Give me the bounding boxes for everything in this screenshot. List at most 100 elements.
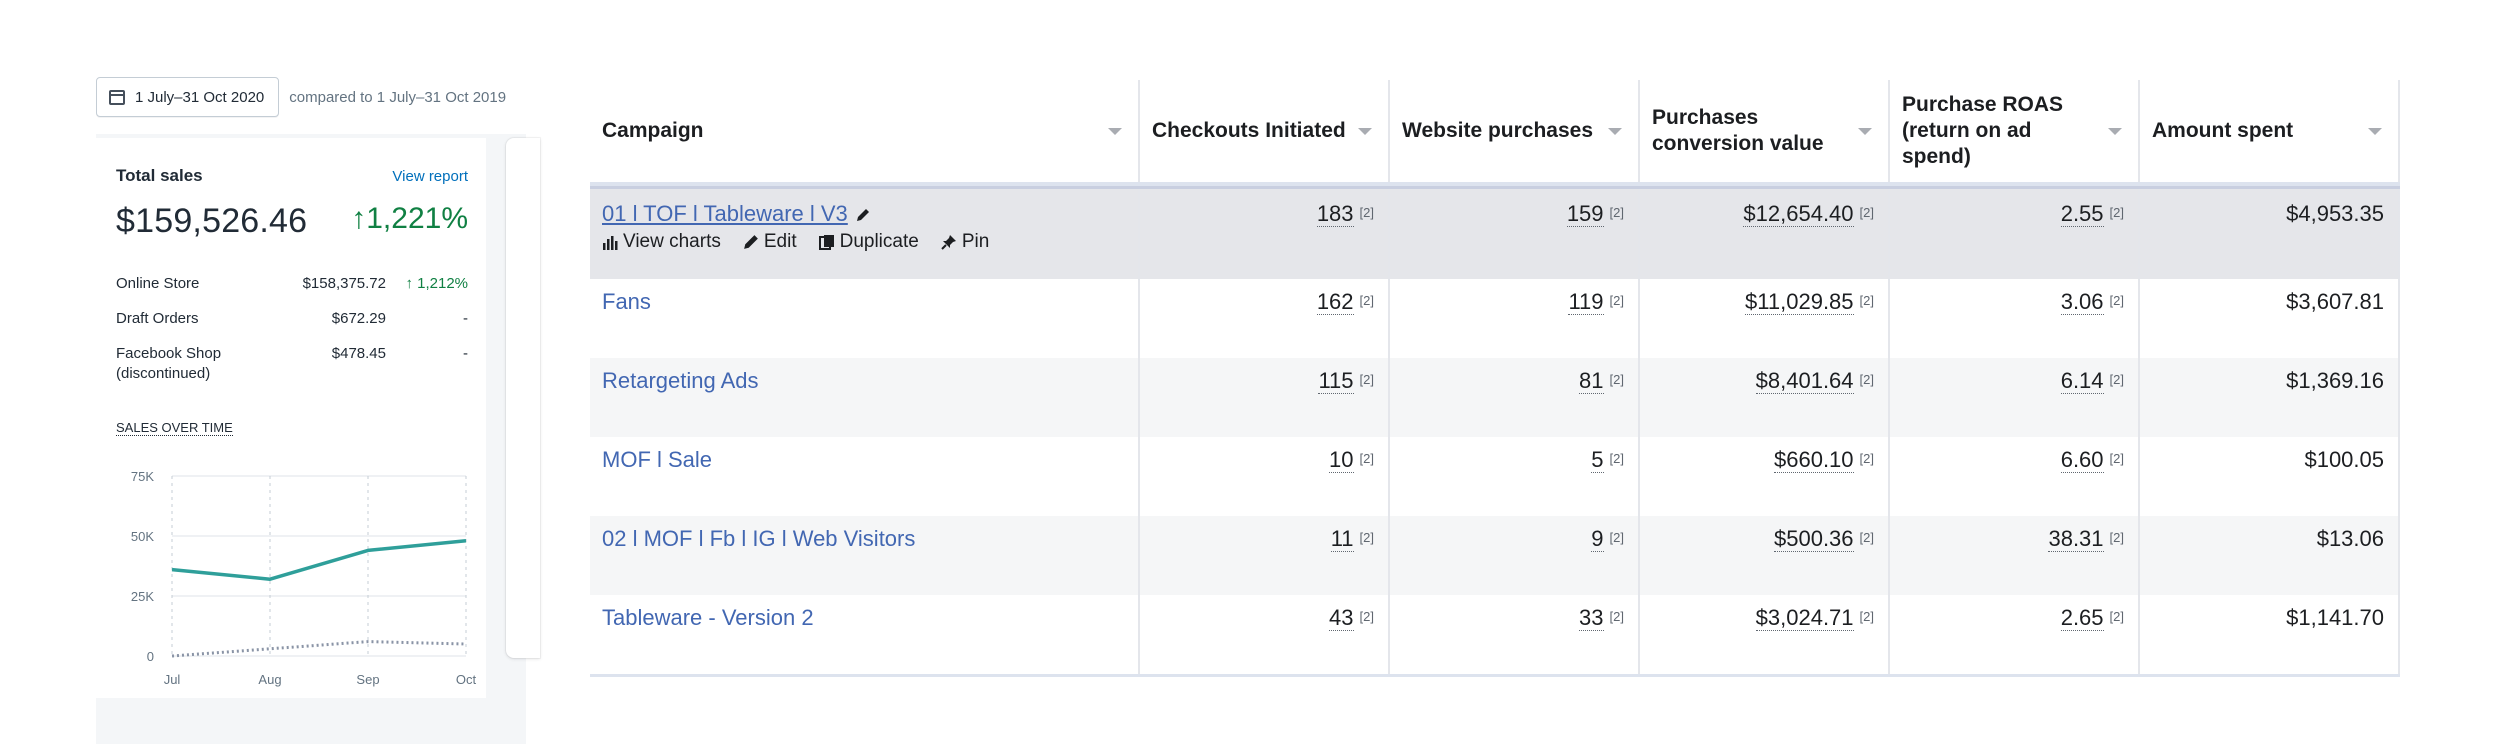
metric-value[interactable]: 33 [1579,605,1604,631]
breakdown-row: Facebook Shop (discontinued) $478.45 - [116,345,468,382]
y-tick-label: 0 [147,649,154,664]
sort-caret-icon[interactable] [2108,128,2122,135]
metric-value: $4,953.35 [2286,201,2384,226]
column-header-roas[interactable]: Purchase ROAS (return on ad spend) [1890,80,2140,182]
metric-value[interactable]: 159 [1566,201,1604,227]
view-report-link[interactable]: View report [392,168,468,185]
metric-value[interactable]: 162 [1316,289,1354,315]
purchases-cell: 5 [2] [1390,437,1640,516]
adjacent-card-edge [506,138,540,658]
campaign-name-link[interactable]: Fans [602,289,651,314]
table-row[interactable]: 02 l MOF l Fb l IG l Web Visitors 11 [2] 9 [… [590,516,2400,595]
column-header-checkouts[interactable]: Checkouts Initiated [1140,80,1390,182]
checkouts-cell: 10 [2] [1140,437,1390,516]
sort-caret-icon[interactable] [2368,128,2382,135]
total-sales-value: $159,526.46 [116,202,308,240]
checkouts-cell: 162 [2] [1140,279,1390,358]
shopify-analytics-panel: 1 July–31 Oct 2020 compared to 1 July–31… [0,0,540,744]
column-header-campaign[interactable]: Campaign [590,80,1140,182]
conversion-value-cell: $500.36 [2] [1640,516,1890,595]
footnote-marker: [2] [1859,205,1874,220]
campaign-name-link[interactable]: Tableware - Version 2 [602,605,814,630]
duplicate-icon [818,235,834,250]
metric-value[interactable]: 2.65 [2060,605,2104,631]
metric-value[interactable]: 38.31 [2048,526,2104,552]
metric-value[interactable]: 6.14 [2060,368,2104,394]
campaign-name-link[interactable]: 01 l TOF l Tableware l V3 [602,201,848,226]
amount-spent-cell: $1,369.16 [2140,358,2400,437]
purchases-cell: 33 [2] [1390,595,1640,674]
sort-caret-icon[interactable] [1608,128,1622,135]
metric-value[interactable]: 43 [1329,605,1354,631]
footnote-marker: [2] [1859,530,1874,545]
conversion-value-cell: $660.10 [2] [1640,437,1890,516]
metric-value[interactable]: 10 [1329,447,1354,473]
purchases-cell: 9 [2] [1390,516,1640,595]
campaign-name-link[interactable]: MOF l Sale [602,447,712,472]
conversion-value-cell: $11,029.85 [2] [1640,279,1890,358]
sort-caret-icon[interactable] [1358,128,1372,135]
pencil-icon[interactable] [856,208,870,222]
duplicate-action[interactable]: Duplicate [818,231,919,253]
roas-cell: 6.60 [2] [1890,437,2140,516]
metric-value[interactable]: 115 [1318,368,1354,394]
checkouts-cell: 11 [2] [1140,516,1390,595]
date-range-button[interactable]: 1 July–31 Oct 2020 [96,77,280,117]
metric-value[interactable]: 183 [1316,201,1354,227]
metric-value[interactable]: $11,029.85 [1745,289,1854,315]
arrow-up-icon: ↑ [351,202,367,235]
metric-value: $13.06 [2316,526,2384,551]
bar-chart-icon [603,236,618,250]
metric-value[interactable]: 3.06 [2060,289,2104,315]
column-header-amount-spent[interactable]: Amount spent [2140,80,2400,182]
footnote-marker: [2] [1359,451,1374,466]
view-charts-action[interactable]: View charts [602,231,721,253]
roas-cell: 38.31 [2] [1890,516,2140,595]
footnote-marker: [2] [2109,372,2124,387]
pin-icon [941,235,956,250]
sales-series-line [171,539,467,581]
purchases-cell: 81 [2] [1390,358,1640,437]
table-row[interactable]: Fans 162 [2] 119 [2] $11,029.85 [2] 3.06 [2] $3,6… [590,279,2400,358]
table-row[interactable]: MOF l Sale 10 [2] 5 [2] $660.10 [2] 6.60 [2] $100… [590,437,2400,516]
metric-value[interactable]: 5 [1591,447,1604,473]
sales-over-time-chart: 75K 50K 25K 0 Jul Aug Sep Oct [131,469,477,687]
column-header-conversion-value[interactable]: Purchases conversion value [1640,80,1890,182]
sort-caret-icon[interactable] [1858,128,1872,135]
amount-spent-cell: $1,141.70 [2140,595,2400,674]
metric-value[interactable]: 81 [1579,368,1604,394]
pin-action[interactable]: Pin [941,231,989,253]
ads-manager-table: Campaign Checkouts Initiated Website pur… [590,80,2400,677]
metric-value[interactable]: $500.36 [1774,526,1854,552]
campaign-name-link[interactable]: 02 l MOF l Fb l IG l Web Visitors [602,526,915,551]
table-row[interactable]: Retargeting Ads 115 [2] 81 [2] $8,401.64 [2] 6.… [590,358,2400,437]
metric-value[interactable]: 11 [1330,526,1354,552]
metric-value[interactable]: 6.60 [2060,447,2104,473]
column-header-purchases[interactable]: Website purchases [1390,80,1640,182]
edit-action[interactable]: Edit [743,231,797,253]
date-range-bar: 1 July–31 Oct 2020 compared to 1 July–31… [96,77,506,117]
metric-value[interactable]: 9 [1591,526,1604,552]
purchases-cell: 119 [2] [1390,279,1640,358]
metric-value[interactable]: 2.55 [2060,201,2104,227]
table-row[interactable]: 01 l TOF l Tableware l V3 View charts Edit… [590,186,2400,279]
metric-value[interactable]: $660.10 [1774,447,1854,473]
footnote-marker: [2] [1609,205,1624,220]
metric-value[interactable]: $12,654.40 [1743,201,1854,227]
checkouts-cell: 115 [2] [1140,358,1390,437]
campaign-name-link[interactable]: Retargeting Ads [602,368,759,393]
comparison-label: compared to 1 July–31 Oct 2019 [289,88,507,106]
amount-spent-cell: $4,953.35 [2140,189,2400,279]
metric-value[interactable]: $8,401.64 [1755,368,1854,394]
footnote-marker: [2] [2109,530,2124,545]
table-row[interactable]: Tableware - Version 2 43 [2] 33 [2] $3,024.71… [590,595,2400,674]
breakdown-row: Online Store $158,375.72 ↑ 1,212% [116,275,468,292]
sort-caret-icon[interactable] [1108,128,1122,135]
metric-value[interactable]: $3,024.71 [1755,605,1854,631]
footnote-marker: [2] [2109,293,2124,308]
metric-value[interactable]: 119 [1568,289,1604,315]
calendar-icon [109,89,125,105]
pencil-icon [744,235,758,249]
conversion-value-cell: $3,024.71 [2] [1640,595,1890,674]
footnote-marker: [2] [1609,609,1624,624]
